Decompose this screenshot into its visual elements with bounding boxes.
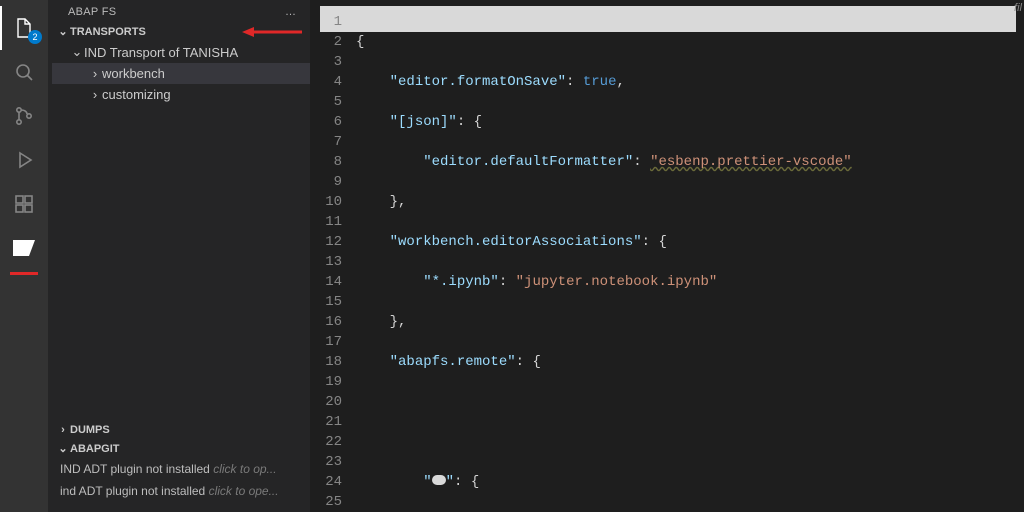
abapgit-message-text: IND ADT plugin not installed — [60, 462, 210, 476]
chevron-down-icon: ⌄ — [56, 442, 70, 455]
app-root: 2 ABAP FS … ⌄ TRANSPORTS — [0, 0, 1024, 512]
sidebar: ABAP FS … ⌄ TRANSPORTS ⌄ IND Transport o… — [48, 0, 310, 512]
transports-tree: ⌄ IND Transport of TANISHA › workbench ›… — [48, 41, 310, 105]
extensions-icon[interactable] — [0, 182, 48, 226]
annotation-underline — [10, 272, 38, 275]
abapgit-message[interactable]: ind ADT plugin not installed click to op… — [48, 480, 310, 502]
abapgit-message[interactable]: IND ADT plugin not installed click to op… — [48, 458, 310, 480]
explorer-badge: 2 — [28, 30, 42, 44]
section-transports[interactable]: ⌄ TRANSPORTS — [48, 22, 310, 41]
chevron-right-icon: › — [88, 66, 102, 81]
annotation-arrow — [242, 26, 302, 38]
code-content[interactable]: { "editor.formatOnSave": true, "[json]":… — [356, 12, 1024, 512]
sidebar-title-row: ABAP FS … — [48, 0, 310, 22]
abapgit-message-text: ind ADT plugin not installed — [60, 484, 205, 498]
abapgit-message-hint: click to ope... — [209, 484, 279, 498]
editor: fil 123456789101112131415161718192021222… — [310, 0, 1024, 512]
sidebar-title: ABAP FS — [68, 6, 116, 18]
source-control-icon[interactable] — [0, 94, 48, 138]
activity-bar: 2 — [0, 0, 48, 512]
tree-transport-root[interactable]: ⌄ IND Transport of TANISHA — [52, 41, 310, 63]
tree-item-label: workbench — [102, 66, 165, 81]
code-area[interactable]: 1234567891011121314151617181920212223242… — [310, 0, 1024, 512]
section-transports-label: TRANSPORTS — [70, 26, 236, 38]
redacted-key — [432, 475, 446, 485]
chevron-right-icon: › — [56, 424, 70, 436]
chevron-down-icon: ⌄ — [70, 44, 84, 60]
abap-panel-icon[interactable] — [0, 226, 48, 270]
chevron-right-icon: › — [88, 87, 102, 102]
search-icon[interactable] — [0, 50, 48, 94]
line-number-gutter: 1234567891011121314151617181920212223242… — [310, 12, 356, 512]
explorer-icon[interactable]: 2 — [0, 6, 48, 50]
tree-customizing[interactable]: › customizing — [52, 84, 310, 105]
run-debug-icon[interactable] — [0, 138, 48, 182]
section-abapgit-label: ABAPGIT — [70, 443, 302, 455]
section-dumps[interactable]: › DUMPS — [48, 421, 310, 439]
tree-item-label: customizing — [102, 87, 171, 102]
abapgit-message-hint: click to op... — [213, 462, 276, 476]
section-abapgit[interactable]: ⌄ ABAPGIT — [48, 439, 310, 458]
section-dumps-label: DUMPS — [70, 424, 302, 436]
tree-item-label: IND Transport of TANISHA — [84, 45, 238, 60]
tree-workbench[interactable]: › workbench — [52, 63, 310, 84]
more-actions-icon[interactable]: … — [285, 6, 298, 18]
chevron-down-icon: ⌄ — [56, 25, 70, 38]
